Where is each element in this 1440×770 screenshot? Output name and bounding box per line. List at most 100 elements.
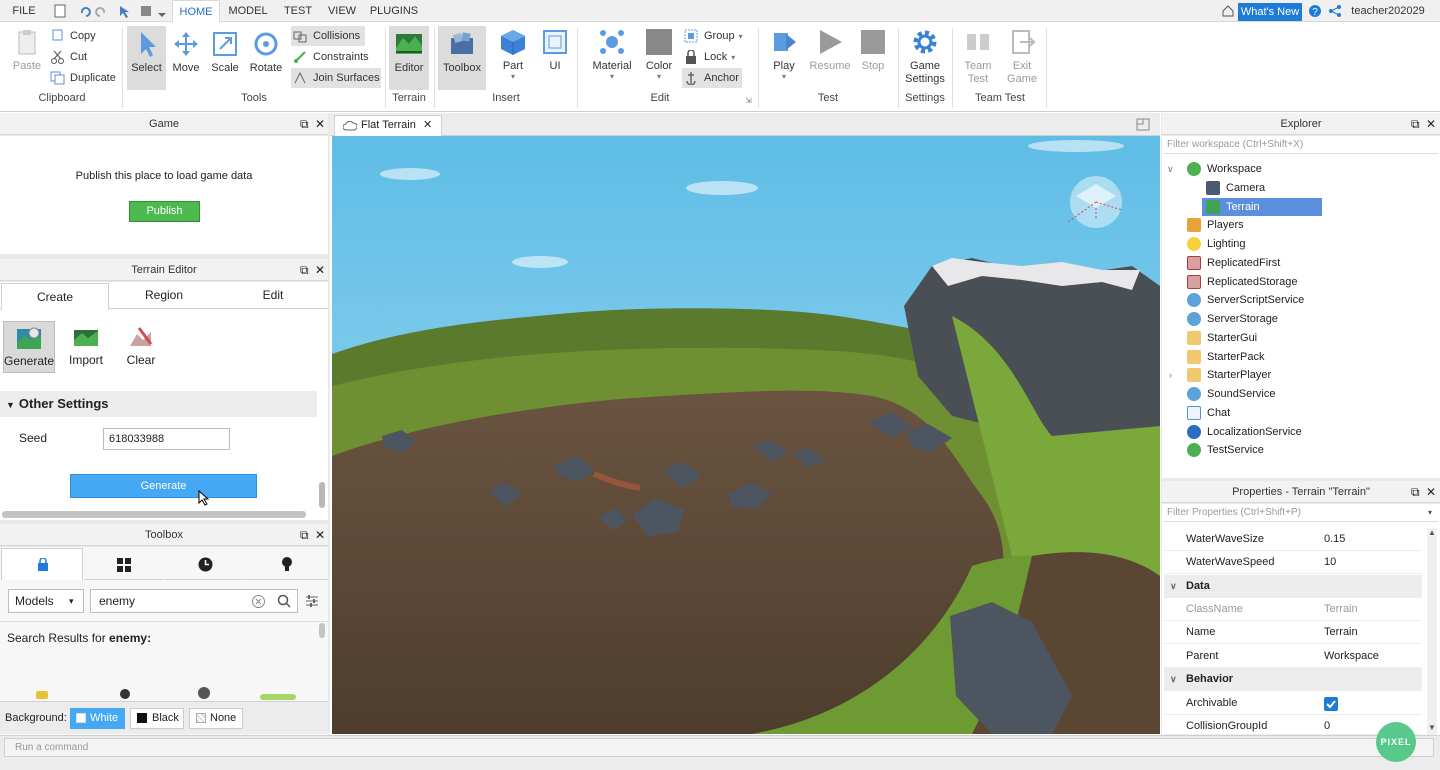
3d-viewport[interactable] (332, 136, 1160, 734)
close-icon[interactable]: ✕ (315, 259, 325, 281)
dock-icon[interactable]: ⧉ (300, 259, 309, 281)
explorer-filter-input[interactable]: Filter workspace (Ctrl+Shift+X) (1164, 136, 1438, 154)
lock-dropdown-arrow[interactable]: ▾ (731, 53, 735, 62)
tree-item-lighting[interactable]: Lighting (1187, 235, 1307, 253)
dock-icon[interactable]: ⧉ (1411, 113, 1420, 135)
home-icon[interactable] (1222, 5, 1234, 17)
filter-dropdown-icon[interactable]: ▾ (1428, 504, 1432, 521)
dock-icon[interactable]: ⧉ (300, 113, 309, 135)
property-value[interactable]: 0.15 (1324, 528, 1345, 551)
tree-item-terrain[interactable]: Terrain (1202, 198, 1322, 216)
user-name[interactable]: teacher202029 (1348, 0, 1428, 22)
property-row[interactable]: WaterWaveSpeed 10 (1164, 551, 1422, 574)
tree-item-replicatedfirst[interactable]: ReplicatedFirst (1187, 254, 1307, 272)
duplicate-button[interactable]: Duplicate (48, 68, 120, 88)
terrain-scrollbar[interactable] (319, 482, 325, 508)
resume-button[interactable]: Resume (808, 28, 852, 88)
toolbox-search-input[interactable]: enemy (90, 589, 298, 613)
generate-tool[interactable]: Generate (3, 321, 55, 373)
group-dropdown-arrow[interactable]: ▾ (739, 32, 743, 41)
property-row[interactable]: Name Terrain (1164, 621, 1422, 644)
close-icon[interactable]: ✕ (1426, 113, 1436, 135)
material-dropdown-arrow[interactable]: ▾ (590, 72, 634, 81)
property-row[interactable]: ClassName Terrain (1164, 598, 1422, 621)
join-surfaces-toggle[interactable]: Join Surfaces (291, 68, 381, 88)
clear-tool[interactable]: Clear (115, 321, 167, 373)
tree-item-serverstorage[interactable]: ServerStorage (1187, 310, 1307, 328)
tree-item-replicatedstorage[interactable]: ReplicatedStorage (1187, 273, 1317, 291)
tree-item-localizationservice[interactable]: LocalizationService (1187, 423, 1327, 441)
game-settings-button[interactable]: Game Settings (902, 28, 948, 90)
lock-button[interactable]: Lock ▾ (682, 47, 748, 67)
search-icon[interactable] (277, 594, 291, 608)
tab-flat-terrain[interactable]: Flat Terrain ✕ (334, 115, 442, 136)
bg-white-option[interactable]: White (70, 708, 125, 729)
close-icon[interactable]: ✕ (315, 113, 325, 135)
toolbox-result-thumbnail[interactable] (36, 691, 48, 699)
tree-item-starterpack[interactable]: StarterPack (1187, 348, 1307, 366)
property-value[interactable]: Workspace (1324, 645, 1379, 668)
toolbox-result-thumbnail[interactable] (198, 687, 210, 699)
property-category-data[interactable]: ∨ Data (1164, 575, 1422, 598)
toolbox-result-thumbnail[interactable] (260, 694, 296, 700)
expanded-chevron-icon[interactable]: ∨ (1167, 160, 1174, 178)
archivable-checkbox[interactable] (1324, 697, 1338, 711)
tree-item-serverscriptservice[interactable]: ServerScriptService (1187, 291, 1327, 309)
close-tab-icon[interactable]: ✕ (423, 116, 432, 135)
stop-button[interactable]: Stop (854, 28, 892, 88)
team-test-button[interactable]: Team Test (958, 28, 998, 90)
dock-icon[interactable]: ⧉ (1411, 481, 1420, 503)
close-icon[interactable]: ✕ (315, 524, 325, 546)
scroll-up-icon[interactable]: ▲ (1428, 528, 1436, 537)
tree-item-chat[interactable]: Chat (1187, 404, 1307, 422)
color-dropdown-arrow[interactable]: ▾ (640, 72, 678, 81)
paste-button[interactable]: Paste (6, 28, 48, 88)
help-icon[interactable]: ? (1308, 4, 1322, 18)
copy-button[interactable]: Copy (48, 26, 118, 46)
clear-search-icon[interactable] (252, 595, 265, 608)
color-button[interactable]: Color ▾ (640, 28, 678, 88)
bg-none-option[interactable]: None (189, 708, 243, 729)
toolbox-tab-creations[interactable] (246, 548, 328, 580)
file-menu[interactable]: FILE (4, 0, 44, 22)
tree-item-camera[interactable]: Camera (1206, 179, 1316, 197)
tab-test[interactable]: TEST (278, 0, 318, 22)
toolbox-scrollbar[interactable] (319, 623, 325, 638)
ui-button[interactable]: UI (538, 28, 572, 88)
property-row[interactable]: Parent Workspace (1164, 645, 1422, 668)
constraints-toggle[interactable]: Constraints (291, 47, 371, 67)
tree-item-workspace[interactable]: ∨ Workspace (1167, 160, 1327, 178)
close-icon[interactable]: ✕ (1426, 481, 1436, 503)
horizontal-scrollbar[interactable] (2, 511, 306, 518)
move-tool-button[interactable]: Move (168, 30, 204, 88)
material-button[interactable]: Material ▾ (590, 28, 634, 88)
other-settings-header[interactable]: ▼ Other Settings (0, 391, 317, 417)
exit-game-button[interactable]: Exit Game (1002, 28, 1042, 90)
toolbox-tab-inventory[interactable] (1, 548, 83, 580)
scroll-down-icon[interactable]: ▼ (1428, 723, 1436, 732)
tree-item-soundservice[interactable]: SoundService (1187, 385, 1307, 403)
command-bar-input[interactable]: Run a command (4, 738, 1434, 757)
tab-region[interactable]: Region (110, 283, 218, 308)
maximize-icon[interactable] (1136, 118, 1150, 131)
publish-button[interactable]: Publish (129, 201, 200, 222)
category-dropdown[interactable]: Models ▾ (8, 589, 84, 613)
tab-home[interactable]: HOME (172, 0, 220, 22)
dock-icon[interactable]: ⧉ (300, 524, 309, 546)
tree-item-testservice[interactable]: TestService (1187, 441, 1307, 459)
group-button[interactable]: Group ▾ (682, 26, 748, 46)
tab-model[interactable]: MODEL (224, 0, 272, 22)
whats-new-button[interactable]: What's New (1238, 3, 1302, 21)
property-value[interactable]: Terrain (1324, 621, 1358, 644)
import-tool[interactable]: Import (60, 321, 112, 373)
tab-edit[interactable]: Edit (219, 283, 327, 308)
part-button[interactable]: Part ▾ (494, 28, 532, 88)
collisions-toggle[interactable]: Collisions (291, 26, 365, 46)
property-row[interactable]: Archivable (1164, 692, 1422, 715)
tab-create[interactable]: Create (1, 283, 109, 310)
toolbox-button[interactable]: Toolbox (438, 26, 486, 90)
tab-plugins[interactable]: PLUGINS (366, 0, 422, 22)
generate-button[interactable]: Generate (70, 474, 257, 498)
anchor-toggle[interactable]: Anchor (682, 68, 742, 88)
bg-black-option[interactable]: Black (130, 708, 184, 729)
